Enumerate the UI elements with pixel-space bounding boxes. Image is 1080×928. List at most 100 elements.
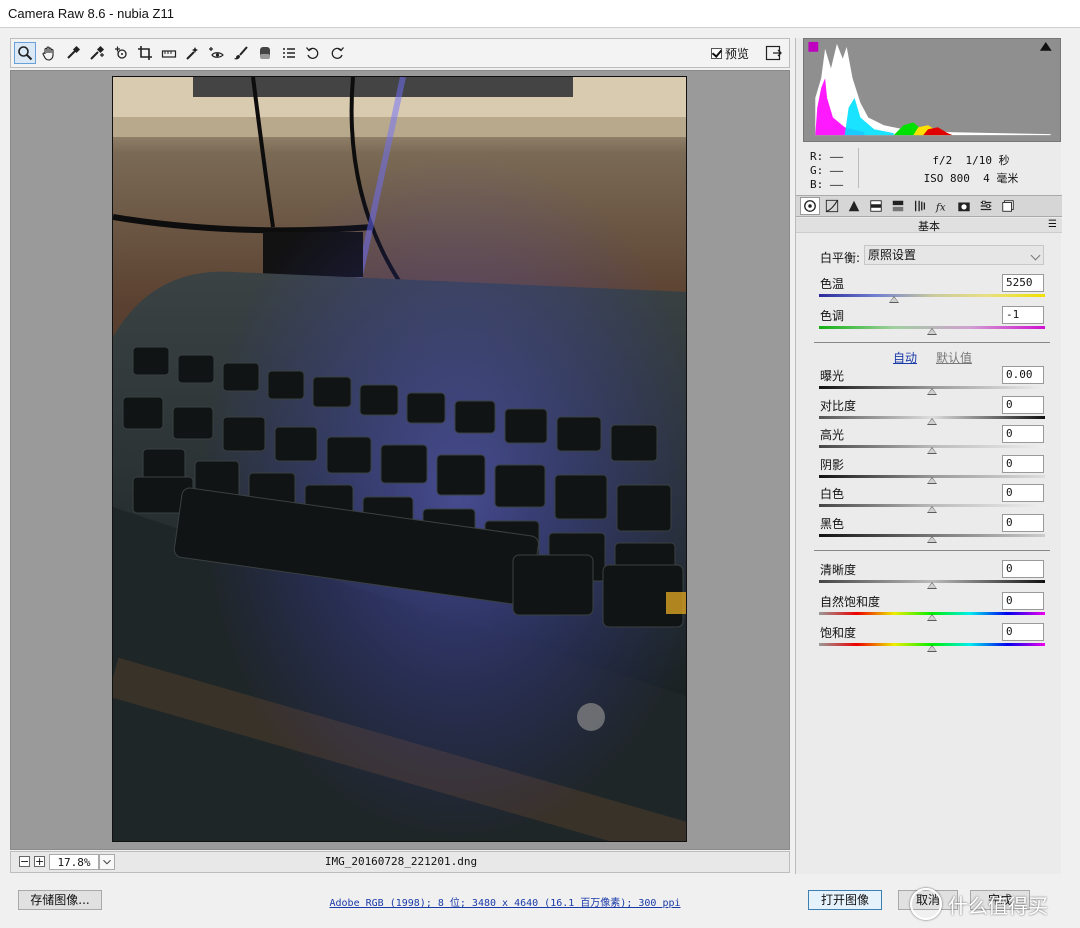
graduated-filter-icon xyxy=(260,47,270,59)
hsl-icon xyxy=(870,200,882,212)
highlight-clipping-toggle[interactable] xyxy=(1039,41,1052,51)
contrast-slider-thumb[interactable] xyxy=(927,417,937,425)
r-readout: R: —— xyxy=(810,150,844,163)
saturation-slider-thumb[interactable] xyxy=(927,645,937,652)
preferences-button[interactable] xyxy=(278,42,300,64)
temperature-slider-thumb[interactable] xyxy=(888,296,899,303)
hand-icon xyxy=(42,46,54,61)
target-adjust-tool-button[interactable] xyxy=(110,42,132,64)
shadows-value-field[interactable]: 0 xyxy=(1002,454,1044,473)
split-tone-icon xyxy=(892,200,904,212)
tint-value-field[interactable]: -1 xyxy=(1002,306,1044,324)
open-image-button[interactable]: 打开图像 xyxy=(808,890,882,910)
saturation-label: 饱和度 xyxy=(820,626,857,640)
clarity-value-field[interactable]: 0 xyxy=(1002,560,1044,578)
tint-slider-thumb[interactable] xyxy=(927,328,937,335)
tab-hsl[interactable] xyxy=(866,197,886,215)
toolbar: 预览 xyxy=(10,38,790,68)
rotate-right-icon xyxy=(331,47,344,59)
lens-icon xyxy=(914,200,926,212)
blacks-slider-thumb[interactable] xyxy=(927,536,937,543)
highlights-value-field[interactable]: 0 xyxy=(1002,425,1044,444)
tab-camera-calibration[interactable] xyxy=(954,197,974,215)
list-icon xyxy=(283,48,295,58)
photo-preview[interactable] xyxy=(112,76,687,842)
vibrance-value-field[interactable]: 0 xyxy=(1002,591,1044,610)
hand-tool-button[interactable] xyxy=(38,42,60,64)
tab-snapshots[interactable] xyxy=(998,197,1018,215)
tab-basic[interactable] xyxy=(800,197,820,215)
default-link[interactable]: 默认值 xyxy=(936,349,972,366)
rotate-left-button[interactable] xyxy=(302,42,324,64)
clarity-label: 清晰度 xyxy=(820,563,857,577)
straighten-icon xyxy=(161,50,177,58)
keyboard-photo xyxy=(113,77,686,841)
b-readout: B: —— xyxy=(810,178,844,191)
white-balance-label: 白平衡: xyxy=(820,251,861,265)
temperature-slider-track[interactable] xyxy=(819,294,1045,297)
white-balance-icon xyxy=(67,45,81,59)
image-preview-area[interactable] xyxy=(10,70,790,850)
g-readout: G: —— xyxy=(810,164,844,177)
panel-title: 基本 xyxy=(796,218,1062,233)
tint-label: 色调 xyxy=(820,309,845,323)
spot-removal-tool-button[interactable] xyxy=(182,42,204,64)
zoom-tool-button[interactable] xyxy=(14,42,36,64)
red-eye-tool-button[interactable] xyxy=(206,42,228,64)
vibrance-label: 自然饱和度 xyxy=(820,594,881,609)
tone-curve-icon xyxy=(825,199,839,213)
shadows-slider-thumb[interactable] xyxy=(927,476,937,484)
saturation-value-field[interactable]: 0 xyxy=(1002,623,1044,641)
presets-icon xyxy=(980,200,992,211)
preview-checkbox[interactable]: 预览 xyxy=(710,45,749,62)
crop-tool-button[interactable] xyxy=(134,42,156,64)
exposure-slider-thumb[interactable] xyxy=(927,388,937,395)
highlights-label: 高光 xyxy=(820,428,845,443)
fx-icon: fx xyxy=(935,201,946,213)
straighten-tool-button[interactable] xyxy=(158,42,180,64)
divider xyxy=(814,342,1050,343)
tab-detail[interactable] xyxy=(844,197,864,215)
rotate-right-button[interactable] xyxy=(326,42,348,64)
filename-label: IMG_20160728_221201.dng xyxy=(324,855,478,868)
graduated-filter-button[interactable] xyxy=(254,42,276,64)
spot-removal-icon xyxy=(186,47,198,60)
divider xyxy=(814,550,1050,551)
tab-effects[interactable]: fx xyxy=(932,197,952,215)
adjustments-panel: R: —— G: —— B: —— f/2 1/10 秒 ISO 800 4 毫… xyxy=(795,38,1062,874)
crop-icon xyxy=(138,46,152,60)
white-balance-select[interactable]: 原照设置 xyxy=(864,245,1044,265)
tab-lens[interactable] xyxy=(910,197,930,215)
camera-calibration-icon xyxy=(958,202,970,212)
auto-link[interactable]: 自动 xyxy=(893,349,917,366)
checkbox-icon[interactable] xyxy=(710,48,722,59)
exposure-label: 曝光 xyxy=(820,369,845,383)
window-title: Camera Raw 8.6 - nubia Z11 xyxy=(8,6,174,21)
preview-label: 预览 xyxy=(724,47,749,61)
shadow-clipping-toggle[interactable] xyxy=(808,41,819,52)
vibrance-slider-thumb[interactable] xyxy=(927,613,937,621)
tab-tone-curve[interactable] xyxy=(822,197,842,215)
highlights-slider-thumb[interactable] xyxy=(927,447,937,455)
contrast-value-field[interactable]: 0 xyxy=(1002,395,1044,414)
detail-icon xyxy=(848,200,860,212)
temperature-value-field[interactable]: 5250 xyxy=(1002,274,1044,292)
panel-menu-icon[interactable]: ☰ xyxy=(1048,219,1057,230)
aperture-shutter: f/2 1/10 秒 xyxy=(932,154,1010,167)
watermark-logo: 什么值得买 xyxy=(910,886,1070,922)
color-sampler-tool-button[interactable] xyxy=(86,42,108,64)
white-balance-tool-button[interactable] xyxy=(62,42,84,64)
contrast-label: 对比度 xyxy=(820,398,857,413)
whites-value-field[interactable]: 0 xyxy=(1002,484,1044,503)
clarity-slider-thumb[interactable] xyxy=(927,582,937,589)
status-bar: − + 17.8% IMG_20160728_221201.dng xyxy=(10,851,790,873)
tab-presets[interactable] xyxy=(976,197,996,215)
adjustment-brush-button[interactable] xyxy=(230,42,252,64)
whites-slider-thumb[interactable] xyxy=(927,506,937,514)
whites-label: 白色 xyxy=(820,487,845,502)
brush-icon xyxy=(234,46,248,60)
exposure-value-field[interactable]: 0.00 xyxy=(1002,366,1044,384)
tab-split-toning[interactable] xyxy=(888,197,908,215)
blacks-value-field[interactable]: 0 xyxy=(1002,514,1044,532)
fullscreen-toggle-button[interactable] xyxy=(765,44,783,62)
